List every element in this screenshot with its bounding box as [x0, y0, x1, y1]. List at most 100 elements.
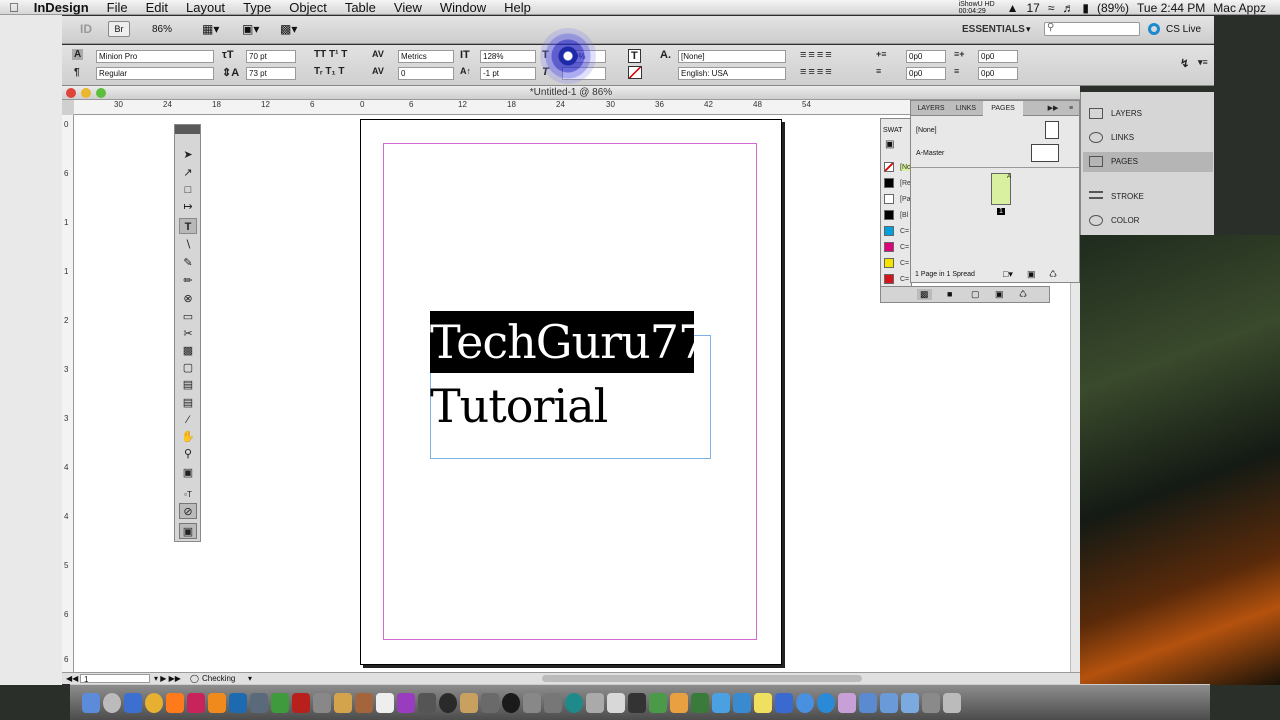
- messages-icon[interactable]: [796, 692, 814, 713]
- panel-layers-button[interactable]: LAYERS: [1083, 104, 1213, 124]
- swatch-label[interactable]: C=: [900, 228, 909, 235]
- none-master-label[interactable]: [None]: [916, 127, 937, 134]
- swatch-label[interactable]: [Bl: [900, 212, 908, 219]
- direct-selection-tool-icon[interactable]: ↗: [179, 165, 197, 181]
- align-buttons-bottom[interactable]: ≡≡≡≡: [800, 66, 834, 78]
- trash-icon[interactable]: [943, 692, 961, 713]
- show-gradient-swatches-icon[interactable]: ▢: [971, 289, 980, 300]
- collapse-panel-icon[interactable]: ▶▶: [1047, 101, 1059, 116]
- a-master-thumb[interactable]: [1031, 144, 1059, 162]
- screen-mode-icon[interactable]: ▣▾: [242, 22, 259, 36]
- left-indent-field[interactable]: 0p0: [906, 50, 946, 63]
- rectangle-frame-tool-icon[interactable]: ⊗: [179, 291, 197, 307]
- gradient-tool-icon[interactable]: ▢: [179, 360, 197, 376]
- free-transform-tool-icon[interactable]: ▩: [179, 343, 197, 359]
- contacts-icon[interactable]: [355, 692, 373, 713]
- cs-live-button[interactable]: CS Live: [1166, 24, 1201, 35]
- swatch-chip[interactable]: [884, 242, 894, 252]
- chevron-down-icon[interactable]: ▾: [1026, 24, 1031, 35]
- vertical-scale-field[interactable]: 128%: [480, 50, 536, 63]
- recording-status[interactable]: iShowU HD 00:04:29: [959, 1, 999, 15]
- first-page-icon[interactable]: ◀◀: [66, 674, 78, 683]
- tab-links[interactable]: LINKS: [951, 101, 981, 116]
- selection-tool-icon[interactable]: ➤: [179, 147, 197, 163]
- menu-help[interactable]: Help: [495, 0, 540, 15]
- finder-icon[interactable]: [82, 692, 100, 713]
- baseline-shift-field[interactable]: -1 pt: [480, 67, 536, 80]
- rectangle-tool-icon[interactable]: ▭: [179, 309, 197, 325]
- app-icon[interactable]: [439, 692, 457, 713]
- character-style-select[interactable]: [None]: [678, 50, 786, 63]
- swatch-label[interactable]: C=: [900, 244, 909, 251]
- tools-panel-header[interactable]: [175, 125, 200, 134]
- imovie-icon[interactable]: [481, 692, 499, 713]
- tracking-field[interactable]: 0: [398, 67, 454, 80]
- panel-color-button[interactable]: COLOR: [1083, 211, 1213, 231]
- delete-swatch-icon[interactable]: ♺: [1019, 289, 1027, 300]
- panel-stroke-button[interactable]: STROKE: [1083, 187, 1213, 207]
- folder-icon[interactable]: [859, 692, 877, 713]
- swatch-chip[interactable]: [884, 194, 894, 204]
- hand-tool-icon[interactable]: ✋: [179, 429, 197, 445]
- folder-icon[interactable]: [922, 692, 940, 713]
- gradient-feather-tool-icon[interactable]: ▤: [179, 377, 197, 393]
- iphoto-icon[interactable]: [460, 692, 478, 713]
- app-icon[interactable]: [313, 692, 331, 713]
- lightning-icon[interactable]: ↯: [1180, 57, 1189, 70]
- app-icon[interactable]: [649, 692, 667, 713]
- illustrator-icon[interactable]: [208, 692, 226, 713]
- lightroom-icon[interactable]: [250, 692, 268, 713]
- app-icon[interactable]: [397, 692, 415, 713]
- wifi-icon[interactable]: ≈: [1048, 1, 1055, 15]
- screen-mode-icon[interactable]: ▣: [179, 523, 197, 539]
- help-search-input[interactable]: [1044, 22, 1140, 36]
- swatch-label[interactable]: C=: [900, 260, 909, 267]
- menu-table[interactable]: Table: [336, 0, 385, 15]
- notes-icon[interactable]: [334, 692, 352, 713]
- system-preferences-icon[interactable]: [103, 692, 121, 713]
- font-style-select[interactable]: Regular: [96, 67, 214, 80]
- apply-none-icon[interactable]: ⊘: [179, 503, 197, 519]
- arrange-documents-icon[interactable]: ▩▾: [280, 22, 297, 36]
- new-page-icon[interactable]: ▣: [1027, 269, 1036, 280]
- vertical-ruler[interactable]: 0 6 1 1 2 3 3 4 4 5 6 6: [62, 115, 74, 672]
- view-options-icon[interactable]: ▦▾: [202, 22, 219, 36]
- menu-window[interactable]: Window: [431, 0, 495, 15]
- menu-app-name[interactable]: InDesign: [28, 0, 98, 15]
- pencil-tool-icon[interactable]: ✏: [179, 273, 197, 289]
- workspace-switcher[interactable]: ESSENTIALS: [962, 24, 1025, 35]
- panel-pages-button[interactable]: PAGES: [1083, 152, 1213, 172]
- kerning-field[interactable]: Metrics: [398, 50, 454, 63]
- app-icon[interactable]: [628, 692, 646, 713]
- document-page[interactable]: TechGuru77 Tutorial: [360, 119, 782, 665]
- zoom-level[interactable]: 86%: [152, 24, 172, 35]
- stickies-icon[interactable]: [754, 692, 772, 713]
- delete-page-icon[interactable]: ♺: [1049, 269, 1057, 280]
- menu-view[interactable]: View: [385, 0, 431, 15]
- swatch-chip[interactable]: [884, 274, 894, 284]
- swatches-title[interactable]: SWAT: [883, 127, 902, 134]
- none-master-thumb[interactable]: [1045, 121, 1059, 139]
- character-mode-icon[interactable]: A: [72, 49, 84, 60]
- chrome-icon[interactable]: [145, 692, 163, 713]
- note-tool-icon[interactable]: ▤: [179, 395, 197, 411]
- app-icon[interactable]: [817, 692, 835, 713]
- dreamweaver-icon[interactable]: [271, 692, 289, 713]
- page-number-field[interactable]: 1: [80, 674, 150, 684]
- first-line-indent-field[interactable]: 0p0: [906, 67, 946, 80]
- app-icon[interactable]: [607, 692, 625, 713]
- last-line-indent-field[interactable]: 0p0: [978, 67, 1018, 80]
- photoshop-icon[interactable]: [229, 692, 247, 713]
- a-master-label[interactable]: A-Master: [916, 150, 944, 157]
- fill-stroke-swatch-icon[interactable]: ▣: [179, 465, 197, 481]
- app-store-icon[interactable]: [124, 692, 142, 713]
- swatch-chip[interactable]: [884, 226, 894, 236]
- folder-icon[interactable]: [901, 692, 919, 713]
- app-icon[interactable]: [670, 692, 688, 713]
- app-icon[interactable]: [502, 692, 520, 713]
- all-caps-icon[interactable]: TT T¹ T: [314, 49, 347, 60]
- language-select[interactable]: English: USA: [678, 67, 786, 80]
- horizontal-scrollbar[interactable]: [542, 675, 862, 682]
- app-icon[interactable]: [712, 692, 730, 713]
- right-indent-field[interactable]: 0p0: [978, 50, 1018, 63]
